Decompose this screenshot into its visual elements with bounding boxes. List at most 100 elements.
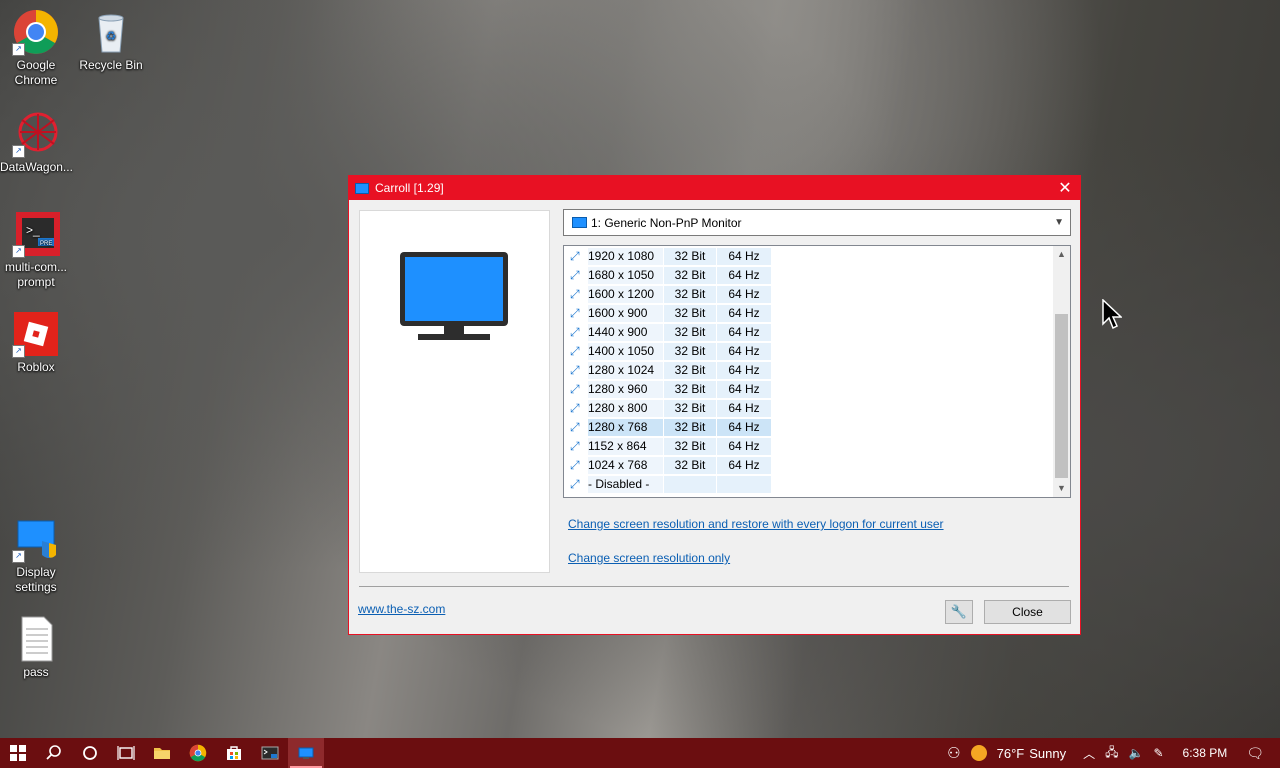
resolution-list[interactable]: ⤢ 1920 x 1080 32 Bit 64 Hz ⤢ 1680 x 1050 32 Bi… [563,245,1071,498]
resolution-arrow-icon: ⤢ [570,477,580,491]
recycle-bin-icon: ♻ [87,8,135,56]
resolution-row[interactable]: ⤢ 1280 x 1024 32 Bit 64 Hz [568,361,771,380]
color-depth-value: 32 Bit [664,438,716,455]
resolution-row[interactable]: ⤢ 1280 x 800 32 Bit 64 Hz [568,399,771,418]
chevron-up-icon[interactable]: ︿ [1083,745,1095,762]
wrench-icon: 🔧 [950,604,968,619]
desktop-icon-label: Roblox [17,360,55,374]
taskbar-chrome[interactable] [180,738,216,768]
desktop-icon-label: Google Chrome [14,58,58,87]
volume-icon[interactable]: 🔈 [1129,746,1144,760]
network-icon[interactable]: 🖧 [1105,743,1118,764]
refresh-rate-value: 64 Hz [717,324,771,341]
carroll-dialog: Carroll [1.29] ✕ 1: Generic Non-PnP Moni… [348,175,1081,635]
weather-sun-icon[interactable] [970,745,987,761]
resolution-arrow-icon: ⤢ [570,401,580,415]
refresh-rate-value: 64 Hz [717,305,771,322]
desktop-icon-recycle-bin[interactable]: ♻ Recycle Bin [75,8,147,73]
resolution-row[interactable]: ⤢ 1680 x 1050 32 Bit 64 Hz [568,266,771,285]
resolution-arrow-icon: ⤢ [570,287,580,301]
color-depth-value: 32 Bit [664,248,716,265]
cortana-button[interactable] [72,738,108,768]
chevron-down-icon[interactable]: ▼ [1054,217,1064,228]
color-depth-value: 32 Bit [664,267,716,284]
store-icon [227,746,241,760]
start-button[interactable] [0,738,36,768]
divider [359,586,1069,587]
taskbar-store[interactable] [216,738,252,768]
shortcut-arrow-icon: ↗ [12,245,25,258]
resolution-row[interactable]: ⤢ 1440 x 900 32 Bit 64 Hz [568,323,771,342]
resolution-value: 1680 x 1050 [588,267,663,284]
desktop-icon-chrome[interactable]: ↗ Google Chrome [0,8,72,88]
resolution-value: 1440 x 900 [588,324,663,341]
scroll-down-arrow-icon[interactable]: ▼ [1053,480,1070,497]
resolution-arrow-icon: ⤢ [570,382,580,396]
color-depth-value: 32 Bit [664,305,716,322]
desktop-icon-display-settings[interactable]: ↗ Display settings [0,515,72,595]
weather-description[interactable]: Sunny [1029,746,1066,761]
color-depth-value [664,476,716,493]
resolution-value: 1400 x 1050 [588,343,663,360]
monitor-icon [400,252,508,340]
search-button[interactable] [36,738,72,768]
taskbar-carroll[interactable] [288,738,324,768]
settings-button[interactable]: 🔧 [945,600,973,624]
list-scrollbar[interactable]: ▲ ▼ [1053,246,1070,497]
chrome-icon [189,744,207,762]
resolution-row[interactable]: ⤢ 1280 x 768 32 Bit 64 Hz [568,418,771,437]
resolution-row[interactable]: ⤢ 1152 x 864 32 Bit 64 Hz [568,437,771,456]
search-icon [46,745,61,760]
resolution-row[interactable]: ⤢ 1024 x 768 32 Bit 64 Hz [568,456,771,475]
people-icon[interactable]: ⚇ [947,744,960,762]
close-icon[interactable]: ✕ [1050,176,1080,200]
clock-time[interactable]: 6:38 PM [1183,746,1228,760]
color-depth-value: 32 Bit [664,343,716,360]
resolution-row[interactable]: ⤢ 1600 x 900 32 Bit 64 Hz [568,304,771,323]
color-depth-value: 32 Bit [664,324,716,341]
resolution-value: 1600 x 1200 [588,286,663,303]
resolution-row[interactable]: ⤢ 1920 x 1080 32 Bit 64 Hz [568,247,771,266]
resolution-row[interactable]: ⤢ 1400 x 1050 32 Bit 64 Hz [568,342,771,361]
color-depth-value: 32 Bit [664,286,716,303]
resolution-value: 1152 x 864 [588,438,663,455]
shortcut-arrow-icon: ↗ [12,345,25,358]
color-depth-value: 32 Bit [664,400,716,417]
desktop-icon-roblox[interactable]: ↗ Roblox [0,310,72,375]
change-resolution-restore-link[interactable]: Change screen resolution and restore wit… [568,517,944,531]
change-resolution-only-link[interactable]: Change screen resolution only [568,551,730,565]
website-link[interactable]: www.the-sz.com [358,602,445,616]
dialog-title: Carroll [1.29] [375,181,444,195]
monitor-select-value: 1: Generic Non-PnP Monitor [591,215,742,230]
terminal-icon [261,746,279,760]
desktop-icon-pass[interactable]: pass [0,615,72,680]
scroll-thumb[interactable] [1055,314,1068,478]
resolution-row[interactable]: ⤢ 1600 x 1200 32 Bit 64 Hz [568,285,771,304]
taskbar-terminal[interactable] [252,738,288,768]
shortcut-arrow-icon: ↗ [12,43,25,56]
svg-text:♻: ♻ [106,29,117,43]
close-button[interactable]: Close [984,600,1071,624]
monitor-preview-panel [359,210,550,573]
text-file-icon [12,615,60,663]
desktop-icon-label: Display settings [15,565,57,594]
desktop-icon-multi-command-prompt[interactable]: >_ PRE ↗ multi-com... prompt [0,210,72,290]
resolution-arrow-icon: ⤢ [570,249,580,263]
desktop-icon-label: DataWagon... [0,160,73,174]
dialog-titlebar[interactable]: Carroll [1.29] ✕ [349,176,1080,200]
notification-icon[interactable]: 🗨 [1246,745,1264,762]
resolution-value: 1024 x 768 [588,457,663,474]
pen-icon[interactable]: ✎ [1153,746,1163,760]
scroll-up-arrow-icon[interactable]: ▲ [1053,246,1070,263]
desktop-icon-datawagon[interactable]: ↗ DataWagon... [0,110,73,175]
resolution-row[interactable]: ⤢ - Disabled - [568,475,771,494]
svg-text:>_: >_ [26,223,40,237]
taskbar-file-explorer[interactable] [144,738,180,768]
weather-temperature[interactable]: 76°F [997,746,1025,761]
folder-icon [154,748,170,759]
monitor-select[interactable]: 1: Generic Non-PnP Monitor ▼ [563,209,1071,236]
desktop-icon-label: pass [23,665,49,679]
monitor-app-icon [355,182,369,194]
resolution-row[interactable]: ⤢ 1280 x 960 32 Bit 64 Hz [568,380,771,399]
task-view-button[interactable] [108,738,144,768]
